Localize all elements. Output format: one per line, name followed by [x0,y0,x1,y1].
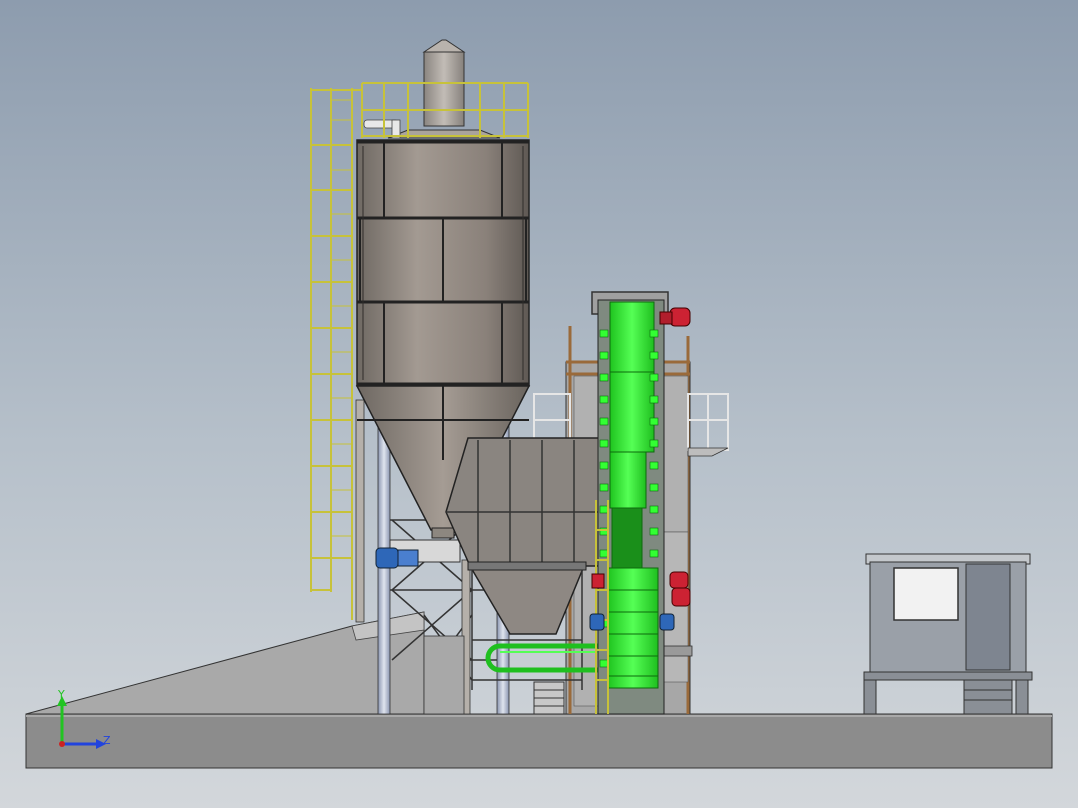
triad-z-label: Z [103,734,111,747]
silo-vent [387,39,501,139]
ground-slab [25,713,1053,769]
bucket-elevator [591,291,669,715]
cad-viewport[interactable]: Y Z [0,0,1078,808]
ramp [25,611,425,715]
silo-ladder [310,88,362,620]
control-cabin [863,553,1033,715]
service-steps [533,681,565,715]
triad-y-label: Y [57,688,65,701]
